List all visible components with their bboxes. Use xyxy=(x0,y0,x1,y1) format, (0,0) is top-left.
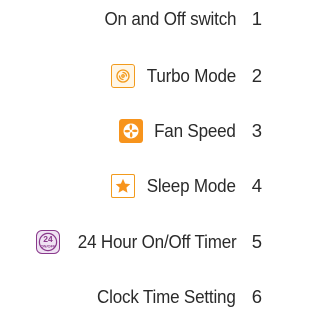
timer-24-icon: 24 ON/OFF xyxy=(35,230,60,254)
list-item: Clock Time Setting 6 xyxy=(85,282,270,312)
item-label: 24 Hour On/Off Timer xyxy=(77,231,236,252)
item-label: Clock Time Setting xyxy=(97,286,236,307)
list-item: On and Off switch 1 xyxy=(93,4,270,34)
list-item: Turbo Mode 2 xyxy=(110,61,270,91)
turbo-icon xyxy=(110,64,135,88)
item-number: 2 xyxy=(251,65,262,86)
item-label: Fan Speed xyxy=(154,120,236,141)
timer-icon-caption: ON/OFF xyxy=(40,244,56,249)
item-number: 1 xyxy=(251,8,262,29)
list-item: Fan Speed 3 xyxy=(119,116,270,146)
item-label: On and Off switch xyxy=(104,8,236,29)
star-icon xyxy=(111,174,136,198)
item-label: Turbo Mode xyxy=(146,65,236,86)
item-number: 6 xyxy=(251,286,262,307)
list-item: 24 ON/OFF 24 Hour On/Off Timer 5 xyxy=(35,227,271,257)
list-item: Sleep Mode 4 xyxy=(111,171,270,201)
fan-icon xyxy=(119,119,144,143)
item-number: 5 xyxy=(251,231,262,252)
item-number: 3 xyxy=(251,120,262,141)
item-number: 4 xyxy=(251,175,262,196)
item-label: Sleep Mode xyxy=(147,175,236,196)
